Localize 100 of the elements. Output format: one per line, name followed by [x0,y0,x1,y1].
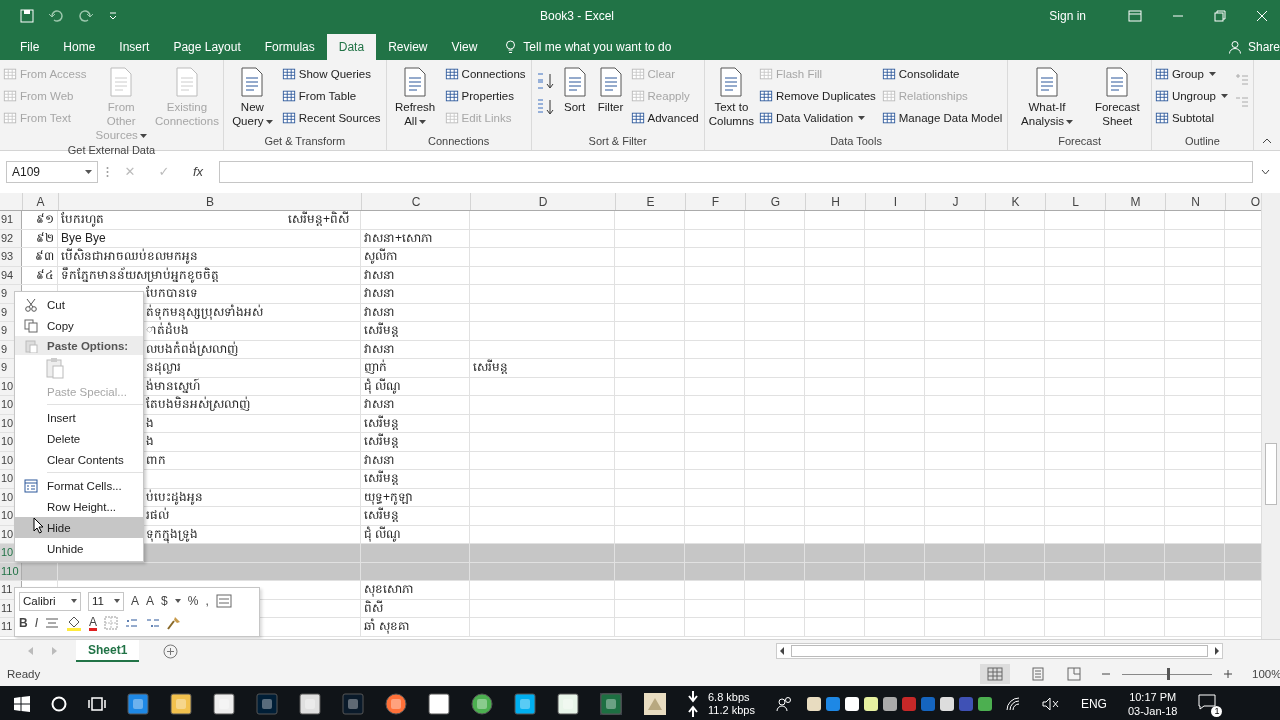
app-icon[interactable] [514,693,536,715]
ribbon-button[interactable]: Subtotal [1154,108,1230,128]
ribbon-button[interactable]: Properties [444,86,528,106]
add-sheet-icon[interactable] [163,643,179,659]
clock-date[interactable]: 03-Jan-18 [1127,704,1178,718]
ribbon-tab[interactable]: Data [326,34,377,60]
redo-icon[interactable] [78,9,94,23]
ribbon-button[interactable]: From Table [281,86,383,106]
menu-item[interactable]: Row Height... [15,496,143,517]
insert-function-button[interactable]: fx [185,164,211,179]
column-header[interactable]: E [616,193,686,210]
ribbon-button[interactable]: Data Validation [759,108,878,128]
ribbon-button[interactable]: Consolidate [881,64,1005,84]
menu-item[interactable]: Format Cells... [15,475,143,496]
tell-me-field[interactable]: Tell me what you want to do [521,39,726,55]
ribbon-button[interactable]: Group [1154,64,1230,84]
menu-item[interactable]: Hide [15,517,143,538]
column-header[interactable]: L [1046,193,1106,210]
column-header[interactable]: N [1166,193,1226,210]
zoom-slider[interactable] [1122,668,1212,680]
ribbon-button[interactable]: Manage Data Model [881,108,1005,128]
ribbon-tab[interactable]: View [439,34,490,60]
ribbon-tab[interactable]: Review [376,34,440,60]
comma-button[interactable]: , [205,594,209,608]
close-icon[interactable] [1256,10,1268,22]
tray-icon[interactable] [976,696,993,712]
app-icon[interactable] [299,693,321,715]
customize-icon[interactable] [108,11,118,21]
column-header[interactable]: F [686,193,746,210]
menu-item[interactable]: Cut [15,294,143,315]
percent-button[interactable]: % [187,594,199,608]
app-icon[interactable] [643,692,667,716]
ribbon-button[interactable]: Advanced [630,108,701,128]
font-field[interactable]: Calibri [19,591,81,611]
save-icon[interactable] [20,9,34,23]
ribbon-tab[interactable]: Insert [107,34,162,60]
fill-bucket-icon[interactable] [66,615,82,631]
ribbon-button[interactable]: New Query [226,64,278,135]
column-header[interactable]: C [362,193,471,210]
shrink-font-button[interactable]: A [146,594,155,608]
restore-icon[interactable] [1214,10,1226,22]
name-box[interactable]: A109 [6,160,98,183]
ribbon-button[interactable]: Refresh All [389,64,441,135]
language-indicator[interactable]: ENG [1080,697,1107,711]
search-icon[interactable] [51,696,67,712]
font-color-button[interactable]: A [89,615,98,631]
ribbon-tab[interactable]: Formulas [252,34,327,60]
sign-in-link[interactable]: Sign in [1049,9,1086,23]
column-header[interactable]: A [23,193,59,210]
column-header[interactable]: M [1106,193,1166,210]
column-header[interactable]: K [986,193,1046,210]
ribbon-tab[interactable]: Page Layout [161,34,253,60]
ribbon-button[interactable]: Filter [594,64,627,135]
windows-start-icon[interactable] [14,696,30,712]
tray-icon[interactable] [843,696,860,712]
ribbon-button[interactable]: Remove Duplicates [759,86,878,106]
task-view-icon[interactable] [88,697,106,711]
ribbon-button[interactable]: Connections [444,64,528,84]
share-button[interactable]: Share [1247,40,1280,54]
tray-icon[interactable] [805,696,822,712]
tray-icon[interactable] [862,696,879,712]
paintbrush-icon[interactable] [167,616,182,630]
column-header[interactable]: G [746,193,806,210]
clock-time[interactable]: 10:17 PM [1129,690,1177,704]
menu-item[interactable]: Delete [15,428,143,449]
column-header[interactable]: I [866,193,926,210]
menu-item[interactable]: Insert [15,407,143,428]
ribbon-button[interactable]: Show Queries [281,64,383,84]
zoom-in-icon[interactable] [1224,670,1232,678]
people-icon[interactable] [775,696,794,712]
column-header[interactable]: H [806,193,866,210]
font-size-field[interactable]: 11 [88,591,124,611]
menu-item[interactable]: Unhide [15,538,143,559]
ribbon-tab[interactable]: Home [51,34,108,60]
ribbon-display-icon[interactable] [1128,10,1142,22]
column-header[interactable]: D [471,193,616,210]
wifi-icon[interactable] [1004,697,1021,711]
caret-icon[interactable] [174,599,181,603]
ribbon-button[interactable]: Text to Columns [707,64,756,135]
expand-icon[interactable] [1261,168,1270,175]
normal-view-icon[interactable] [980,664,1010,684]
grow-font-button[interactable]: A [131,594,139,608]
ribbon-button[interactable]: Recent Sources [281,108,383,128]
clipboard-icon[interactable] [45,357,65,379]
ribbon-tab[interactable]: File [8,34,52,60]
ribbon-button[interactable]: What-If Analysis [1011,64,1083,135]
page-break-icon[interactable] [1066,667,1082,681]
menu-item[interactable]: Copy [15,315,143,336]
tray-icon[interactable] [938,696,955,712]
italic-button[interactable]: I [34,616,38,630]
app-icon[interactable] [428,693,450,715]
horizontal-scrollbar[interactable] [776,643,1224,659]
undo-icon[interactable] [48,9,64,23]
ribbon-button[interactable]: Sort [558,64,591,135]
bold-button[interactable]: B [19,616,28,630]
ribbon-button[interactable]: Forecast Sheet [1086,64,1148,135]
sheet-tab[interactable]: Sheet1 [76,640,140,662]
zoom-slider-thumb[interactable] [1167,668,1170,680]
app-icon[interactable] [385,693,407,715]
menu-item[interactable]: Clear Contents [15,449,143,470]
